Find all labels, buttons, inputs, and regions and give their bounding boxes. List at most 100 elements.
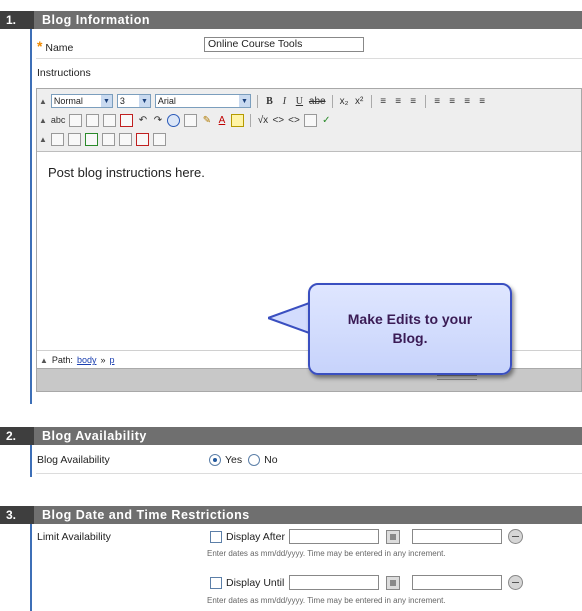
- numbered-list-icon[interactable]: ≡: [432, 96, 443, 107]
- chevron-down-icon: ▼: [238, 95, 250, 107]
- display-after-checkbox[interactable]: [210, 531, 222, 543]
- text-color-icon[interactable]: A: [216, 115, 227, 126]
- display-until-date-input[interactable]: [289, 575, 379, 590]
- display-after-time-input[interactable]: [412, 529, 502, 544]
- section-3-header: 3. Blog Date and Time Restrictions: [0, 506, 582, 524]
- undo-icon[interactable]: ↶: [137, 115, 148, 126]
- code-icon[interactable]: <>: [288, 115, 300, 126]
- format-select-value: Normal: [53, 96, 83, 106]
- divider: [36, 473, 582, 474]
- path-separator: »: [100, 355, 106, 365]
- name-label: * Name: [37, 38, 73, 54]
- section-3-title: Blog Date and Time Restrictions: [42, 508, 250, 522]
- format-select[interactable]: Normal ▼: [50, 94, 113, 108]
- path-p-link[interactable]: p: [109, 355, 114, 365]
- section-2-title: Blog Availability: [42, 429, 147, 443]
- toolbar-separator: [256, 94, 258, 108]
- section-2-accent-bar: [30, 445, 32, 477]
- display-until-time-input[interactable]: [412, 575, 502, 590]
- insert-image-icon[interactable]: [67, 132, 81, 146]
- underline-button[interactable]: U: [294, 96, 305, 107]
- paste-icon[interactable]: [103, 113, 117, 127]
- section-3-number: 3.: [0, 506, 34, 524]
- display-until-checkbox[interactable]: [210, 577, 222, 589]
- divider: [36, 58, 582, 59]
- cut-icon[interactable]: [69, 113, 83, 127]
- html-source-icon[interactable]: <>: [272, 115, 284, 126]
- outdent-icon[interactable]: ≡: [462, 96, 473, 107]
- yes-radio[interactable]: [209, 454, 221, 466]
- limit-availability-label: Limit Availability: [37, 531, 111, 543]
- section-2-number: 2.: [0, 427, 34, 445]
- copy-icon[interactable]: [86, 113, 100, 127]
- path-body-link[interactable]: body: [77, 355, 97, 365]
- display-until-label: Display Until: [226, 577, 285, 589]
- calendar-icon[interactable]: [386, 576, 400, 590]
- callout-line-2: Blog.: [392, 330, 428, 346]
- chevron-down-icon: ▼: [138, 95, 150, 107]
- align-center-icon[interactable]: ≡: [393, 96, 404, 107]
- bold-button[interactable]: B: [264, 96, 275, 107]
- editor-content[interactable]: Post blog instructions here.: [48, 165, 205, 180]
- toolbar-separator: [250, 113, 252, 127]
- collapse-toolbar-icon[interactable]: ▲: [39, 135, 47, 144]
- no-label: No: [264, 454, 278, 466]
- remove-format-icon[interactable]: [120, 113, 134, 127]
- table-icon[interactable]: [184, 113, 198, 127]
- section-1-accent-bar: [30, 29, 32, 404]
- font-select[interactable]: Arial ▼: [154, 94, 251, 108]
- background-color-icon[interactable]: [231, 113, 245, 127]
- math-equation-icon[interactable]: √x: [257, 115, 269, 126]
- superscript-button[interactable]: x²: [354, 96, 365, 107]
- toolbar-row-1: ▲ Normal ▼ 3 ▼ Arial ▼ B I U abe x₂ x² ≡: [39, 92, 488, 110]
- toolbar-separator: [331, 94, 333, 108]
- callout-line-1: Make Edits to your: [347, 311, 473, 327]
- blog-availability-label: Blog Availability: [37, 454, 110, 466]
- link-icon[interactable]: [167, 113, 181, 127]
- font-select-value: Arial: [157, 96, 176, 106]
- clock-icon[interactable]: [508, 575, 523, 590]
- insert-audio-icon[interactable]: [101, 132, 115, 146]
- insert-mashup-icon[interactable]: [135, 132, 149, 146]
- resize-grip-icon: [437, 375, 477, 380]
- highlighter-icon[interactable]: ✎: [201, 115, 212, 126]
- bullet-list-icon[interactable]: ≡: [447, 96, 458, 107]
- toolbar-separator: [424, 94, 426, 108]
- insert-media-icon[interactable]: [84, 132, 98, 146]
- section-2-header: 2. Blog Availability: [0, 427, 582, 445]
- subscript-button[interactable]: x₂: [339, 96, 350, 107]
- spellcheck-button[interactable]: abc: [51, 115, 66, 125]
- section-1-header: 1. Blog Information: [0, 11, 582, 29]
- clock-icon[interactable]: [508, 529, 523, 544]
- calendar-icon[interactable]: [386, 530, 400, 544]
- italic-button[interactable]: I: [279, 96, 290, 107]
- spell-check-icon[interactable]: ✓: [321, 115, 332, 126]
- no-radio[interactable]: [248, 454, 261, 466]
- toolbar-separator: [370, 94, 372, 108]
- display-after-hint: Enter dates as mm/dd/yyyy. Time may be e…: [207, 549, 446, 558]
- display-after-date-input[interactable]: [289, 529, 379, 544]
- align-left-icon[interactable]: ≡: [378, 96, 389, 107]
- required-star-icon: *: [37, 38, 43, 54]
- section-1-title: Blog Information: [42, 13, 150, 27]
- editor-toolbar: ▲ Normal ▼ 3 ▼ Arial ▼ B I U abe x₂ x² ≡: [37, 89, 581, 152]
- size-select[interactable]: 3 ▼: [116, 94, 151, 108]
- section-3-accent-bar: [30, 524, 32, 611]
- availability-radio-group: Yes No: [209, 454, 278, 466]
- callout-bubble: Make Edits to your Blog.: [308, 283, 512, 375]
- collapse-path-icon[interactable]: ▲: [40, 356, 48, 365]
- indent-icon[interactable]: ≡: [477, 96, 488, 107]
- display-after-row: Display After: [210, 531, 285, 543]
- fullscreen-icon[interactable]: [303, 113, 317, 127]
- align-right-icon[interactable]: ≡: [408, 96, 419, 107]
- name-input[interactable]: Online Course Tools: [204, 37, 364, 52]
- redo-icon[interactable]: ↷: [152, 115, 163, 126]
- collapse-toolbar-icon[interactable]: ▲: [39, 97, 47, 106]
- preview-icon[interactable]: [152, 132, 166, 146]
- collapse-toolbar-icon[interactable]: ▲: [39, 116, 47, 125]
- display-until-row: Display Until: [210, 577, 284, 589]
- toolbar-row-3: ▲: [39, 130, 166, 148]
- strikethrough-button[interactable]: abe: [309, 96, 326, 107]
- insert-flash-icon[interactable]: [118, 132, 132, 146]
- attach-file-icon[interactable]: [50, 132, 64, 146]
